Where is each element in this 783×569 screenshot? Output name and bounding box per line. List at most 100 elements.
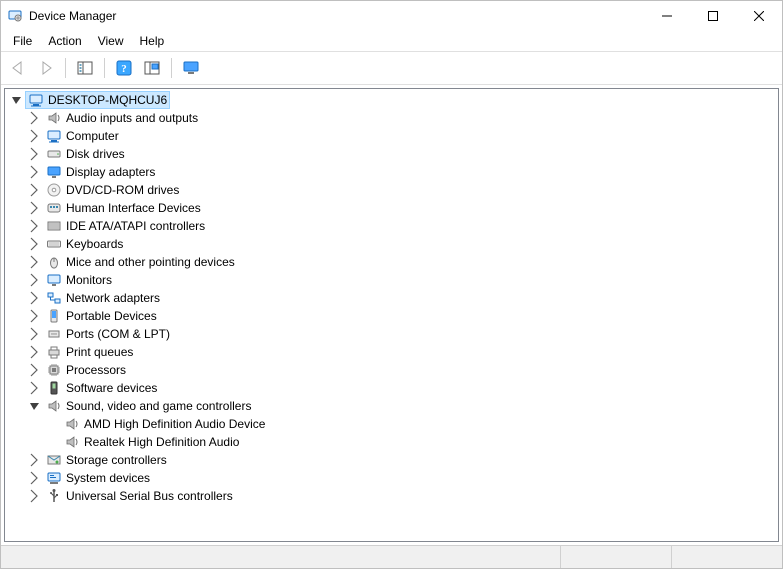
tree-expander[interactable] <box>27 272 43 288</box>
chevron-right-icon <box>27 200 43 216</box>
toolbar-divider <box>171 58 172 78</box>
tree-item-label: DVD/CD-ROM drives <box>66 183 179 197</box>
tree-item-print-queues[interactable]: Print queues <box>5 343 778 361</box>
tree-expander[interactable] <box>27 380 43 396</box>
chevron-right-icon <box>27 290 43 306</box>
tree-item-portable-devices[interactable]: Portable Devices <box>5 307 778 325</box>
tree-item-desktop-mqhcuj6[interactable]: DESKTOP-MQHCUJ6 <box>5 91 778 109</box>
tree-expander[interactable] <box>27 398 43 414</box>
tree-expander[interactable] <box>27 344 43 360</box>
tree-expander[interactable] <box>27 290 43 306</box>
chevron-right-icon <box>27 470 43 486</box>
tree-item-label: Software devices <box>66 381 157 395</box>
tree-item-label: Ports (COM & LPT) <box>66 327 170 341</box>
tree-item-keyboards[interactable]: Keyboards <box>5 235 778 253</box>
cpu-icon <box>46 362 62 378</box>
tree-item-realtek-high-definition-audio[interactable]: Realtek High Definition Audio <box>5 433 778 451</box>
menu-action[interactable]: Action <box>40 32 89 50</box>
status-cell-2 <box>671 546 782 568</box>
tree-item-software-devices[interactable]: Software devices <box>5 379 778 397</box>
chevron-right-icon <box>27 380 43 396</box>
tree-expander[interactable] <box>27 488 43 504</box>
tree-item-ports-com-lpt[interactable]: Ports (COM & LPT) <box>5 325 778 343</box>
computer-icon <box>46 128 62 144</box>
chevron-right-icon <box>27 164 43 180</box>
tree-item-audio-inputs-and-outputs[interactable]: Audio inputs and outputs <box>5 109 778 127</box>
chevron-down-icon <box>27 398 43 414</box>
speaker-icon <box>46 110 62 126</box>
computer-icon <box>28 92 44 108</box>
tree-item-processors[interactable]: Processors <box>5 361 778 379</box>
app-icon <box>7 8 23 24</box>
tree-item-storage-controllers[interactable]: Storage controllers <box>5 451 778 469</box>
tree-expander[interactable] <box>27 308 43 324</box>
toolbar <box>1 51 782 85</box>
tree-item-monitors[interactable]: Monitors <box>5 271 778 289</box>
chevron-right-icon <box>27 128 43 144</box>
tree-expander[interactable] <box>27 452 43 468</box>
window-controls <box>644 1 782 31</box>
forward-button[interactable] <box>33 55 59 81</box>
portable-icon <box>46 308 62 324</box>
tree-expander[interactable] <box>27 254 43 270</box>
menu-help[interactable]: Help <box>132 32 173 50</box>
tree-expander[interactable] <box>27 146 43 162</box>
chevron-right-icon <box>27 146 43 162</box>
tree-item-network-adapters[interactable]: Network adapters <box>5 289 778 307</box>
maximize-button[interactable] <box>690 1 736 31</box>
back-arrow-icon <box>9 59 27 77</box>
tree-expander[interactable] <box>27 110 43 126</box>
tree-expander[interactable] <box>27 200 43 216</box>
device-manager-window: Device Manager File Action View Help <box>0 0 783 569</box>
tree-expander[interactable] <box>27 326 43 342</box>
menu-file[interactable]: File <box>5 32 40 50</box>
tree-expander[interactable] <box>9 92 25 108</box>
tree-item-computer[interactable]: Computer <box>5 127 778 145</box>
system-icon <box>46 470 62 486</box>
chevron-right-icon <box>27 272 43 288</box>
device-tree[interactable]: DESKTOP-MQHCUJ6 Audio inputs and outputs… <box>4 88 779 542</box>
tree-item-label: Mice and other pointing devices <box>66 255 235 269</box>
speaker-icon <box>64 416 80 432</box>
tree-item-universal-serial-bus-controllers[interactable]: Universal Serial Bus controllers <box>5 487 778 505</box>
tree-item-dvd-cd-rom-drives[interactable]: DVD/CD-ROM drives <box>5 181 778 199</box>
show-hide-tree-button[interactable] <box>72 55 98 81</box>
tree-item-sound-video-and-game-controllers[interactable]: Sound, video and game controllers <box>5 397 778 415</box>
tree-expander[interactable] <box>27 128 43 144</box>
tree-item-amd-high-definition-audio-device[interactable]: AMD High Definition Audio Device <box>5 415 778 433</box>
back-button[interactable] <box>5 55 31 81</box>
ide-icon <box>46 218 62 234</box>
menu-bar: File Action View Help <box>1 31 782 51</box>
dvd-icon <box>46 182 62 198</box>
tree-item-system-devices[interactable]: System devices <box>5 469 778 487</box>
speaker-icon <box>64 434 80 450</box>
chevron-right-icon <box>27 236 43 252</box>
tree-item-display-adapters[interactable]: Display adapters <box>5 163 778 181</box>
tree-expander[interactable] <box>27 164 43 180</box>
tree-item-label: Network adapters <box>66 291 160 305</box>
tree-item-disk-drives[interactable]: Disk drives <box>5 145 778 163</box>
tree-expander[interactable] <box>27 182 43 198</box>
tree-item-label: Realtek High Definition Audio <box>84 435 239 449</box>
menu-view[interactable]: View <box>90 32 132 50</box>
tree-item-mice-and-other-pointing-devices[interactable]: Mice and other pointing devices <box>5 253 778 271</box>
tree-item-ide-ata-atapi-controllers[interactable]: IDE ATA/ATAPI controllers <box>5 217 778 235</box>
chevron-right-icon <box>27 218 43 234</box>
tree-item-label: Portable Devices <box>66 309 157 323</box>
maximize-icon <box>708 11 718 21</box>
chevron-right-icon <box>27 344 43 360</box>
scan-hardware-button[interactable] <box>139 55 165 81</box>
mouse-icon <box>46 254 62 270</box>
tree-expander[interactable] <box>27 362 43 378</box>
help-button[interactable] <box>111 55 137 81</box>
hid-icon <box>46 200 62 216</box>
tree-expander[interactable] <box>27 236 43 252</box>
chevron-right-icon <box>27 362 43 378</box>
tree-expander[interactable] <box>27 218 43 234</box>
devices-monitor-button[interactable] <box>178 55 204 81</box>
close-button[interactable] <box>736 1 782 31</box>
tree-item-human-interface-devices[interactable]: Human Interface Devices <box>5 199 778 217</box>
tree-expander[interactable] <box>27 470 43 486</box>
scan-hardware-icon <box>143 59 161 77</box>
minimize-button[interactable] <box>644 1 690 31</box>
